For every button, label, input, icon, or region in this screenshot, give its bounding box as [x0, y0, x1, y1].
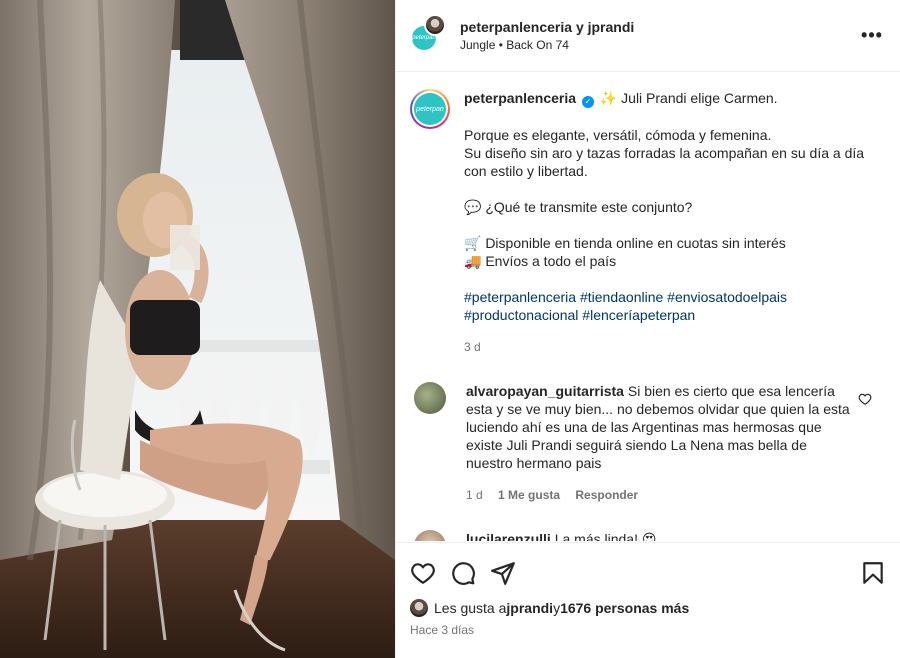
caption-username[interactable]: peterpanlenceria [464, 90, 576, 106]
like-heart-icon[interactable] [410, 560, 436, 586]
comments-scroll-area[interactable]: peterpan peterpanlenceria ✓ ✨ Juli Prand… [396, 73, 900, 541]
commenter-avatar[interactable] [414, 530, 446, 541]
commenter-avatar[interactable] [414, 382, 446, 414]
user-avatar [424, 13, 446, 36]
likes-mid: y [553, 600, 561, 616]
caption-hashtags[interactable]: #peterpanlenceria #tiendaonline #enviosa… [464, 288, 884, 324]
caption-para1: Porque es elegante, versátil, cómoda y f… [464, 127, 772, 143]
comment-meta: 1 d 1 Me gusta Responder [466, 486, 856, 504]
share-paper-plane-icon[interactable] [490, 560, 516, 586]
likes-count[interactable]: 1676 personas más [560, 600, 689, 616]
caption-question: 💬 ¿Qué te transmite este conjunto? [464, 199, 693, 215]
save-bookmark-icon[interactable] [860, 560, 886, 586]
collab-avatars[interactable]: peterpan [410, 13, 450, 56]
caption-shop1: 🛒 Disponible en tienda online en cuotas … [464, 235, 786, 251]
verified-badge-icon: ✓ [581, 96, 594, 108]
caption-avatar-text: peterpan [414, 93, 446, 125]
caption-para2: Su diseño sin aro y tazas forradas la ac… [464, 145, 865, 179]
liker-avatar[interactable] [410, 599, 428, 617]
comment-like-heart-icon[interactable] [858, 392, 872, 406]
audio-track[interactable]: Jungle • Back On 74 [460, 38, 860, 52]
reply-button[interactable]: Responder [575, 488, 638, 502]
comment-username[interactable]: alvaropayan_guitarrista [466, 383, 624, 399]
caption-line1: ✨ Juli Prandi elige Carmen. [599, 90, 778, 106]
caption-time[interactable]: 3 d [464, 340, 481, 354]
comment-time[interactable]: 1 d [466, 488, 483, 502]
post-authors[interactable]: peterpanlenceria y jprandi [460, 19, 860, 35]
posted-time[interactable]: Hace 3 días [410, 623, 886, 637]
comment-username[interactable]: lucilarenzulli [466, 531, 551, 541]
post-photo[interactable] [0, 0, 395, 658]
post-detail-panel: peterpan peterpanlenceria y jprandi Jung… [395, 0, 900, 658]
caption: peterpan peterpanlenceria ✓ ✨ Juli Prand… [410, 89, 884, 356]
caption-avatar[interactable]: peterpan [410, 89, 450, 129]
caption-shop2: 🚚 Envíos a todo el país [464, 253, 617, 269]
action-bar: Les gusta a jprandi y 1676 personas más … [396, 542, 900, 658]
more-options-icon[interactable]: ••• [860, 25, 884, 46]
likes-user[interactable]: jprandi [506, 600, 553, 616]
comment-bubble-icon[interactable] [450, 560, 476, 586]
likes-summary: Les gusta a jprandi y 1676 personas más [410, 599, 886, 617]
post-header: peterpan peterpanlenceria y jprandi Jung… [396, 0, 900, 72]
comment-item: alvaropayan_guitarrista Si bien es ciert… [410, 382, 884, 504]
likes-prefix: Les gusta a [434, 600, 507, 616]
caption-meta: 3 d [464, 338, 884, 356]
comment-likes[interactable]: 1 Me gusta [498, 488, 560, 502]
comment-like-heart-icon[interactable] [858, 540, 872, 541]
photo-illustration [0, 0, 395, 658]
comment-text: La más linda! 😍 [554, 531, 657, 541]
comment-item: lucilarenzulli La más linda! 😍 [410, 530, 884, 541]
